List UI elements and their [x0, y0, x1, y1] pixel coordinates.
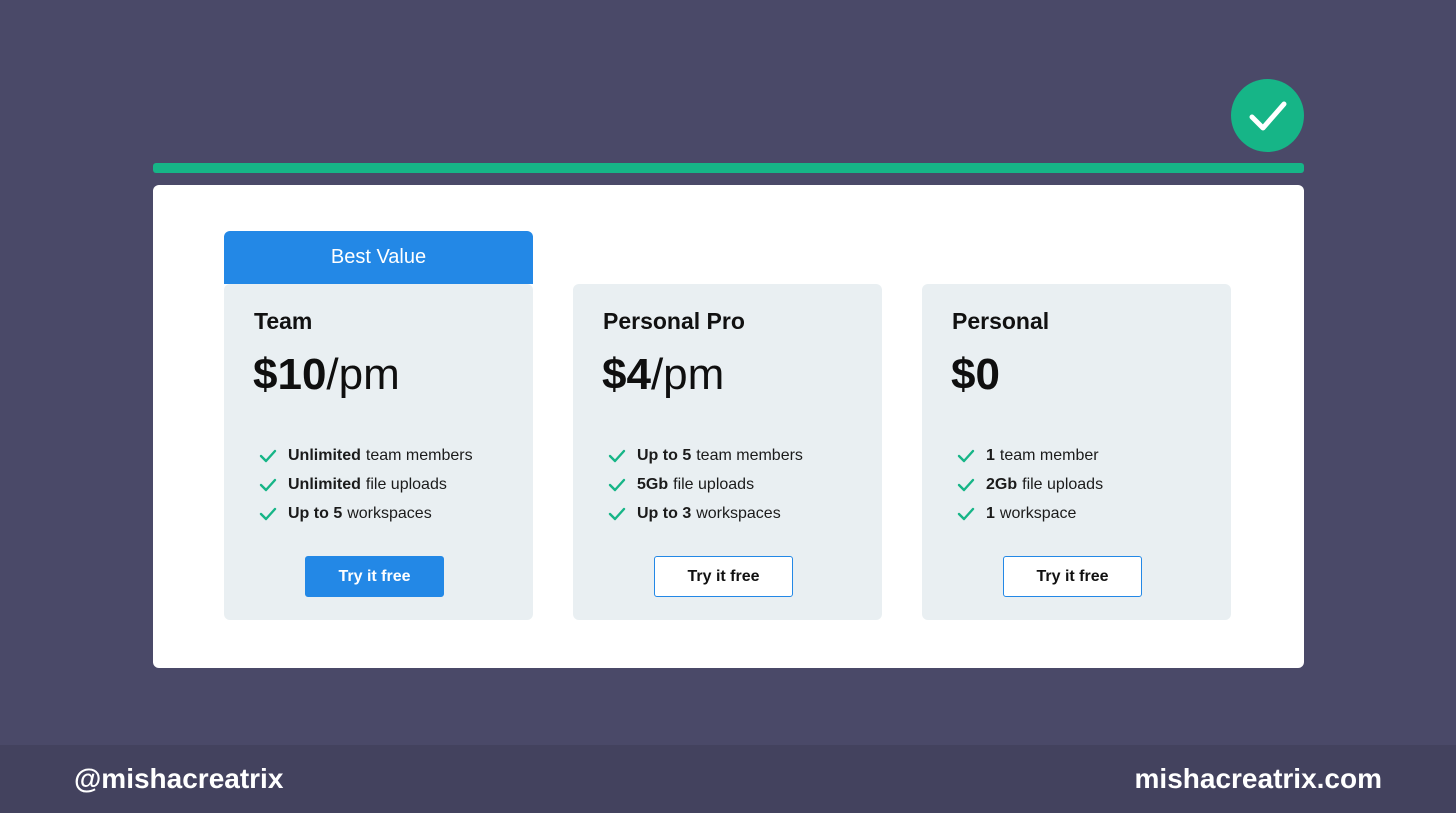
plan-card-personal-pro: Personal Pro $4/pm Up to 5 team members 5… — [573, 284, 882, 620]
plan-price: $0 — [951, 350, 1000, 400]
feature-highlight: 1 — [986, 504, 995, 522]
feature-item: 1 workspace — [956, 499, 1103, 528]
website-url: mishacreatrix.com — [1134, 763, 1382, 794]
price-amount: $4 — [602, 350, 651, 399]
feature-text: team member — [999, 446, 1099, 464]
plan-card-personal: Personal $0 1 team member 2Gb file uploads… — [922, 284, 1231, 620]
plan-card-team: Team $10/pm Unlimited team members Unlimi… — [224, 284, 533, 620]
checkmark-badge — [1231, 79, 1304, 152]
check-icon — [258, 446, 278, 466]
check-icon — [956, 475, 976, 495]
feature-text: team members — [365, 446, 473, 464]
feature-highlight: 5Gb — [637, 475, 669, 493]
check-icon — [607, 446, 627, 466]
check-icon — [258, 475, 278, 495]
try-free-button-personal[interactable]: Try it free — [1003, 556, 1142, 597]
feature-highlight: Up to 5 — [288, 504, 343, 522]
check-icon — [258, 504, 278, 524]
plan-name: Personal Pro — [603, 308, 745, 334]
price-period: /pm — [650, 350, 725, 399]
feature-item: Up to 5 workspaces — [258, 499, 473, 528]
feature-highlight: Up to 3 — [637, 504, 692, 522]
pricing-panel: Best Value Team $10/pm Unlimited team mem… — [153, 185, 1304, 668]
feature-list: Up to 5 team members 5Gb file uploads Up t… — [607, 441, 803, 528]
price-period: /pm — [326, 350, 400, 399]
feature-text: workspaces — [347, 504, 432, 522]
feature-text: workspace — [999, 504, 1077, 522]
check-icon — [607, 504, 627, 524]
feature-text: team members — [696, 446, 803, 464]
try-free-button-team[interactable]: Try it free — [305, 556, 444, 597]
feature-highlight: 1 — [986, 446, 995, 464]
footer-bar: @mishacreatrix mishacreatrix.com — [0, 745, 1456, 813]
feature-text: workspaces — [696, 504, 781, 522]
price-amount: $0 — [951, 350, 1000, 399]
feature-list: 1 team member 2Gb file uploads 1 workspace — [956, 441, 1103, 528]
feature-item: Up to 5 team members — [607, 441, 803, 470]
check-icon — [956, 446, 976, 466]
check-icon — [607, 475, 627, 495]
feature-item: Unlimited file uploads — [258, 470, 473, 499]
plan-price: $4/pm — [602, 350, 724, 400]
green-status-bar — [153, 163, 1304, 173]
feature-text: file uploads — [1022, 475, 1104, 493]
feature-highlight: Up to 5 — [637, 446, 692, 464]
feature-item: 2Gb file uploads — [956, 470, 1103, 499]
plan-name: Personal — [952, 308, 1050, 334]
plan-name: Team — [254, 308, 313, 334]
feature-highlight: 2Gb — [986, 475, 1018, 493]
feature-item: 1 team member — [956, 441, 1103, 470]
checkmark-icon — [1249, 101, 1286, 130]
plan-price: $10/pm — [253, 350, 400, 400]
feature-highlight: Unlimited — [288, 446, 361, 464]
best-value-label: Best Value — [330, 246, 427, 268]
feature-item: 5Gb file uploads — [607, 470, 803, 499]
price-amount: $10 — [253, 350, 327, 399]
try-free-button-personal-pro[interactable]: Try it free — [654, 556, 793, 597]
feature-item: Unlimited team members — [258, 441, 473, 470]
social-handle: @mishacreatrix — [74, 763, 284, 794]
check-icon — [956, 504, 976, 524]
feature-highlight: Unlimited — [288, 475, 361, 493]
feature-text: file uploads — [673, 475, 755, 493]
feature-item: Up to 3 workspaces — [607, 499, 803, 528]
feature-list: Unlimited team members Unlimited file uplo… — [258, 441, 473, 528]
feature-text: file uploads — [365, 475, 447, 493]
best-value-ribbon: Best Value — [224, 231, 533, 284]
